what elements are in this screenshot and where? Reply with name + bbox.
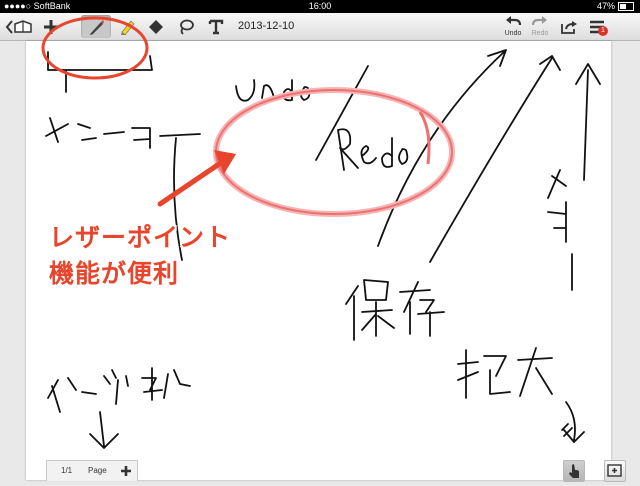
plus-icon xyxy=(121,466,131,476)
overlay-caption-line1: レザーポイント xyxy=(49,223,232,252)
hand-pointer-icon xyxy=(569,464,579,478)
add-page-button[interactable] xyxy=(119,464,133,478)
zoom-button[interactable] xyxy=(604,460,626,482)
hand-tool-button[interactable] xyxy=(563,460,585,482)
page-counter: 1/1 xyxy=(61,466,73,475)
pen-tools-annotation-circle xyxy=(41,16,149,80)
page-label[interactable]: Page xyxy=(88,466,107,475)
overlay-caption-line2: 機能が便利 xyxy=(49,259,180,288)
zoom-in-icon xyxy=(607,464,622,477)
page-bar: 1/1 Page xyxy=(46,460,138,481)
